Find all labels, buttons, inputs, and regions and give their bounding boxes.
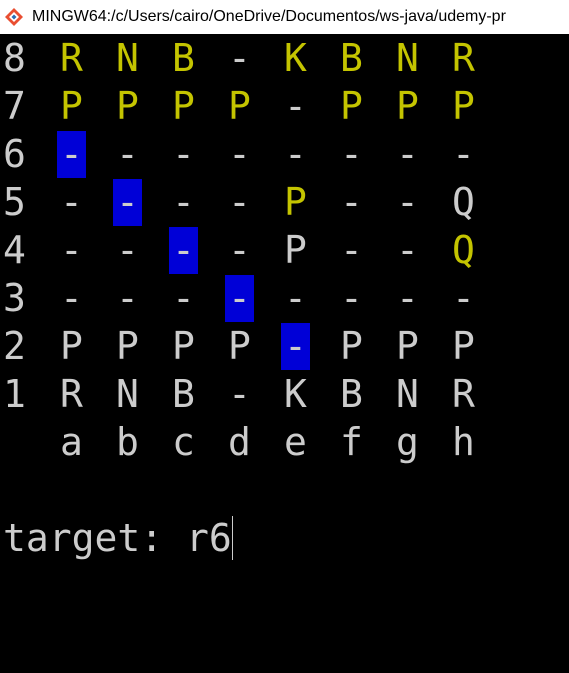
board-square: N xyxy=(116,372,139,416)
board-square: - xyxy=(228,276,251,320)
file-label: d xyxy=(228,420,251,464)
board-square: N xyxy=(396,372,419,416)
window-title: MINGW64:/c/Users/cairo/OneDrive/Document… xyxy=(32,8,506,25)
board-square: - xyxy=(228,372,251,416)
file-label: b xyxy=(116,420,139,464)
board-square: P xyxy=(340,324,363,368)
rank-label: 8 xyxy=(3,36,26,80)
terminal-area[interactable]: target: r6 8RNB-KBNR7PPPP-PPP6--------5-… xyxy=(0,34,569,673)
board-square: - xyxy=(60,180,83,224)
file-label: g xyxy=(396,420,419,464)
rank-label: 2 xyxy=(3,324,26,368)
board-square: P xyxy=(172,84,195,128)
board-square: - xyxy=(116,276,139,320)
board-square: - xyxy=(172,276,195,320)
board-square: P xyxy=(452,324,475,368)
board-square: - xyxy=(452,132,475,176)
board-square: P xyxy=(284,228,307,272)
board-square: - xyxy=(284,84,307,128)
board-square: - xyxy=(340,180,363,224)
board-square: - xyxy=(396,276,419,320)
board-square: P xyxy=(172,324,195,368)
board-square: B xyxy=(172,372,195,416)
board-square: P xyxy=(228,84,251,128)
board-square: P xyxy=(284,180,307,224)
rank-label: 1 xyxy=(3,372,26,416)
board-square: - xyxy=(452,276,475,320)
prompt-input-value[interactable]: r6 xyxy=(186,516,232,560)
board-square: B xyxy=(340,372,363,416)
board-square: - xyxy=(172,180,195,224)
board-square: - xyxy=(116,132,139,176)
board-square: - xyxy=(228,132,251,176)
rank-label: 7 xyxy=(3,84,26,128)
board-square: - xyxy=(228,228,251,272)
board-square: - xyxy=(340,132,363,176)
board-square: P xyxy=(396,324,419,368)
rank-label: 5 xyxy=(3,180,26,224)
board-square: N xyxy=(116,36,139,80)
board-square: P xyxy=(228,324,251,368)
board-square: P xyxy=(116,324,139,368)
board-square: - xyxy=(284,324,307,368)
board-square: K xyxy=(284,36,307,80)
board-square: P xyxy=(116,84,139,128)
terminal-window: MINGW64:/c/Users/cairo/OneDrive/Document… xyxy=(0,0,569,673)
board-square: P xyxy=(452,84,475,128)
rank-label: 4 xyxy=(3,228,26,272)
board-square: - xyxy=(396,132,419,176)
board-square: - xyxy=(116,228,139,272)
board-square: P xyxy=(340,84,363,128)
board-square: B xyxy=(340,36,363,80)
board-square: - xyxy=(60,276,83,320)
input-prompt[interactable]: target: r6 xyxy=(3,514,233,562)
board-square: R xyxy=(60,36,83,80)
board-square: P xyxy=(396,84,419,128)
board-square: - xyxy=(60,228,83,272)
prompt-label: target: xyxy=(3,516,187,560)
board-square: - xyxy=(284,276,307,320)
board-square: R xyxy=(452,36,475,80)
board-square: - xyxy=(116,180,139,224)
board-square: N xyxy=(396,36,419,80)
board-square: P xyxy=(60,84,83,128)
board-square: - xyxy=(396,228,419,272)
board-square: Q xyxy=(452,228,475,272)
board-square: R xyxy=(60,372,83,416)
text-cursor xyxy=(231,516,233,560)
board-square: Q xyxy=(452,180,475,224)
board-square: - xyxy=(396,180,419,224)
board-square: B xyxy=(172,36,195,80)
board-square: R xyxy=(452,372,475,416)
rank-label: 6 xyxy=(3,132,26,176)
board-square: - xyxy=(172,132,195,176)
board-square: P xyxy=(60,324,83,368)
board-square: - xyxy=(60,132,83,176)
board-square: - xyxy=(340,276,363,320)
board-square: - xyxy=(228,180,251,224)
board-square: K xyxy=(284,372,307,416)
board-square: - xyxy=(340,228,363,272)
file-label: c xyxy=(172,420,195,464)
board-square: - xyxy=(172,228,195,272)
board-square: - xyxy=(284,132,307,176)
title-bar[interactable]: MINGW64:/c/Users/cairo/OneDrive/Document… xyxy=(0,0,569,34)
rank-label: 3 xyxy=(3,276,26,320)
git-bash-icon xyxy=(4,7,24,27)
file-label: a xyxy=(60,420,83,464)
file-label: h xyxy=(452,420,475,464)
file-label: f xyxy=(340,420,363,464)
board-square: - xyxy=(228,36,251,80)
file-label: e xyxy=(284,420,307,464)
